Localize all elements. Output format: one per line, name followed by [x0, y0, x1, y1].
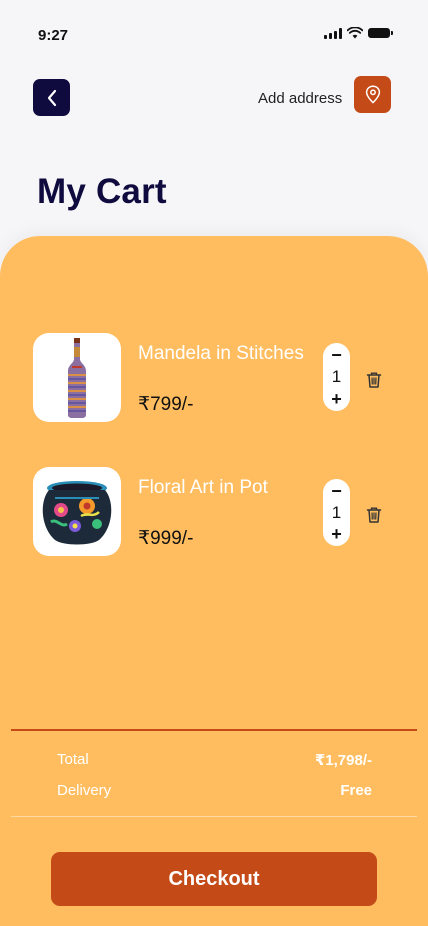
summary-divider [11, 729, 417, 731]
quantity-value: 1 [331, 502, 342, 522]
add-address-link[interactable]: Add address [258, 90, 342, 107]
delivery-label: Delivery [57, 782, 112, 799]
trash-icon[interactable] [365, 371, 383, 389]
cart-item: Mandela in Stitches ₹799/- − 1 + [0, 333, 428, 423]
item-name: Mandela in Stitches [138, 343, 304, 364]
trash-icon[interactable] [365, 506, 383, 524]
product-thumbnail[interactable] [33, 467, 121, 556]
total-value: ₹1,798/- [314, 752, 372, 769]
product-thumbnail[interactable] [33, 333, 121, 422]
total-label: Total [57, 751, 89, 768]
delivery-value: Free [340, 782, 372, 799]
cellular-signal-icon [324, 27, 342, 39]
status-time: 9:27 [38, 27, 69, 44]
status-icons [324, 27, 393, 39]
quantity-stepper: − 1 + [323, 343, 350, 411]
painted-floral-pot-image [42, 480, 112, 544]
battery-icon [368, 28, 393, 38]
back-button[interactable] [33, 79, 70, 116]
wifi-icon [347, 27, 363, 39]
decrease-quantity-button[interactable]: − [331, 346, 342, 364]
status-bar: 9:27 [0, 0, 428, 60]
location-pin-icon [365, 85, 380, 104]
chevron-left-icon [47, 89, 56, 106]
item-price: ₹999/- [138, 528, 194, 549]
item-price: ₹799/- [138, 394, 194, 415]
embroidered-bottle-image [68, 337, 86, 418]
increase-quantity-button[interactable]: + [331, 525, 342, 543]
location-button[interactable] [354, 76, 391, 113]
decrease-quantity-button[interactable]: − [331, 482, 342, 500]
cart-item: Floral Art in Pot ₹999/- − 1 + [0, 467, 428, 557]
quantity-value: 1 [331, 367, 342, 386]
quantity-stepper: − 1 + [323, 479, 350, 546]
summary-divider-bottom [11, 816, 417, 817]
page-title: My Cart [37, 172, 167, 211]
checkout-button[interactable]: Checkout [51, 852, 377, 906]
increase-quantity-button[interactable]: + [331, 390, 342, 408]
item-name: Floral Art in Pot [138, 477, 268, 498]
